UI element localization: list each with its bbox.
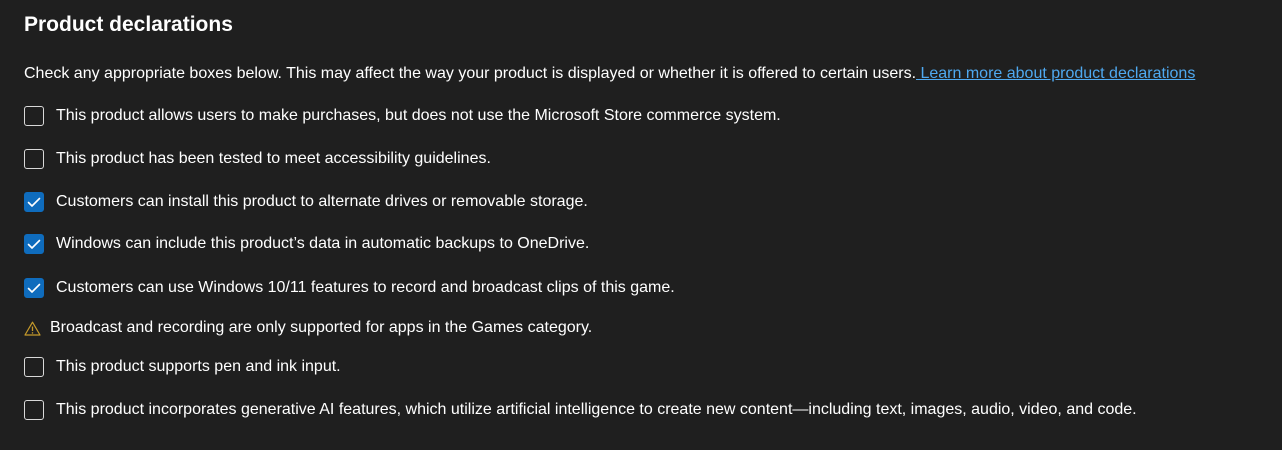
warning-text: Broadcast and recording are only support… — [50, 319, 593, 336]
declaration-pen-ink-checkbox-row[interactable]: This product supports pen and ink input. — [24, 355, 341, 379]
declaration-alternate-drives-checkbox-row[interactable]: Customers can install this product to al… — [24, 190, 588, 214]
pen-ink-label: This product supports pen and ink input. — [56, 358, 341, 375]
onedrive-backup-checkbox[interactable] — [24, 234, 44, 254]
section-title: Product declarations — [24, 13, 233, 36]
generative-ai-checkbox[interactable] — [24, 400, 44, 420]
alternate-drives-label: Customers can install this product to al… — [56, 193, 588, 210]
declaration-purchases-checkbox-row[interactable]: This product allows users to make purcha… — [24, 104, 781, 128]
checkmark-icon — [27, 197, 41, 207]
accessibility-checkbox[interactable] — [24, 149, 44, 169]
checkmark-icon — [27, 239, 41, 249]
pen-ink-checkbox[interactable] — [24, 357, 44, 377]
broadcast-warning: Broadcast and recording are only support… — [24, 317, 592, 339]
purchases-checkbox[interactable] — [24, 106, 44, 126]
onedrive-backup-label: Windows can include this product’s data … — [56, 235, 590, 252]
generative-ai-label: This product incorporates generative AI … — [56, 401, 1137, 418]
declaration-onedrive-backup-checkbox-row[interactable]: Windows can include this product’s data … — [24, 232, 589, 256]
declaration-accessibility-checkbox-row[interactable]: This product has been tested to meet acc… — [24, 147, 491, 171]
purchases-label: This product allows users to make purcha… — [56, 107, 781, 124]
record-broadcast-checkbox[interactable] — [24, 278, 44, 298]
declaration-record-broadcast-checkbox-row[interactable]: Customers can use Windows 10/11 features… — [24, 276, 675, 300]
intro-text: Check any appropriate boxes below. This … — [24, 65, 917, 82]
learn-more-link[interactable]: Learn more about product declarations — [916, 65, 1195, 82]
warning-icon — [24, 321, 41, 336]
accessibility-label: This product has been tested to meet acc… — [56, 150, 491, 167]
alternate-drives-checkbox[interactable] — [24, 192, 44, 212]
record-broadcast-label: Customers can use Windows 10/11 features… — [56, 279, 675, 296]
declaration-generative-ai-checkbox-row[interactable]: This product incorporates generative AI … — [24, 398, 1137, 422]
intro-paragraph: Check any appropriate boxes below. This … — [24, 64, 1195, 84]
checkmark-icon — [27, 283, 41, 293]
